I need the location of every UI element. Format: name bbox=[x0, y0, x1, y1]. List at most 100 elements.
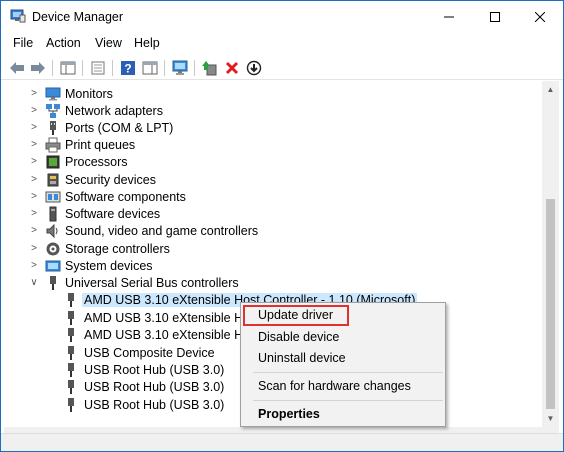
tree-item-sound-video-game[interactable]: > Sound, video and game controllers bbox=[4, 222, 541, 239]
properties-menu-item[interactable]: Properties bbox=[258, 407, 320, 421]
properties-button[interactable] bbox=[88, 58, 108, 78]
security-device-icon bbox=[47, 173, 59, 186]
speaker-icon bbox=[46, 223, 58, 238]
title-bar[interactable]: Device Manager bbox=[1, 1, 563, 32]
toolbar-separator bbox=[194, 60, 195, 76]
tree-item-label: USB Composite Device bbox=[84, 345, 215, 360]
toolbar-separator bbox=[82, 60, 83, 76]
monitor-icon bbox=[172, 60, 188, 75]
chevron-right-icon[interactable]: > bbox=[29, 188, 39, 205]
chevron-right-icon[interactable]: > bbox=[29, 119, 39, 136]
tree-item-system-devices[interactable]: > System devices bbox=[4, 257, 541, 274]
usb-plug-icon bbox=[68, 292, 74, 307]
close-button[interactable] bbox=[517, 1, 563, 32]
scroll-down-icon[interactable]: ▼ bbox=[542, 410, 559, 427]
software-device-icon bbox=[49, 206, 57, 221]
tree-item-software-devices[interactable]: > Software devices bbox=[4, 205, 541, 222]
tree-item-monitors[interactable]: > Monitors bbox=[4, 85, 541, 102]
usb-plug-icon bbox=[68, 379, 74, 394]
menu-action[interactable]: Action bbox=[46, 36, 81, 50]
processor-icon bbox=[46, 155, 60, 168]
tree-item-label: Processors bbox=[65, 154, 128, 169]
forward-button[interactable] bbox=[28, 58, 48, 78]
maximize-button[interactable] bbox=[472, 1, 518, 32]
tree-item-print-queues[interactable]: > Print queues bbox=[4, 136, 541, 153]
tree-item-label: Network adapters bbox=[65, 103, 163, 118]
enable-device-button[interactable] bbox=[244, 58, 264, 78]
back-icon bbox=[10, 62, 24, 74]
tree-item-software-components[interactable]: > Software components bbox=[4, 188, 541, 205]
usb-plug-icon bbox=[68, 345, 74, 360]
port-icon bbox=[50, 120, 56, 135]
printer-icon bbox=[45, 137, 61, 152]
usb-plug-icon bbox=[68, 397, 74, 412]
chevron-right-icon[interactable]: > bbox=[29, 153, 39, 170]
tree-item-ports[interactable]: > Ports (COM & LPT) bbox=[4, 119, 541, 136]
update-driver-icon bbox=[202, 61, 217, 76]
forward-icon bbox=[31, 62, 45, 74]
tree-item-usb-controllers[interactable]: ∨ Universal Serial Bus controllers bbox=[4, 274, 541, 291]
chevron-right-icon[interactable]: > bbox=[29, 205, 39, 222]
usb-plug-icon bbox=[68, 362, 74, 377]
chevron-right-icon[interactable]: > bbox=[29, 85, 39, 102]
tree-item-processors[interactable]: > Processors bbox=[4, 153, 541, 170]
chevron-right-icon[interactable]: > bbox=[29, 136, 39, 153]
chevron-right-icon[interactable]: > bbox=[29, 102, 39, 119]
toolbar: ? bbox=[1, 56, 563, 80]
chevron-down-icon[interactable]: ∨ bbox=[29, 274, 39, 291]
svg-text:?: ? bbox=[124, 62, 131, 76]
uninstall-button[interactable] bbox=[222, 58, 242, 78]
monitor-icon bbox=[45, 87, 61, 100]
system-device-icon bbox=[45, 260, 61, 271]
help-button[interactable]: ? bbox=[118, 58, 138, 78]
action-pane-icon bbox=[142, 61, 158, 75]
vertical-scrollbar[interactable]: ▲ ▼ bbox=[542, 81, 559, 427]
tree-item-label: USB Root Hub (USB 3.0) bbox=[84, 397, 225, 412]
menu-help[interactable]: Help bbox=[134, 36, 160, 50]
uninstall-device-menu-item[interactable]: Uninstall device bbox=[258, 351, 346, 365]
menu-file[interactable]: File bbox=[13, 36, 33, 50]
tree-item-label: Ports (COM & LPT) bbox=[65, 120, 174, 135]
tree-item-storage-controllers[interactable]: > Storage controllers bbox=[4, 240, 541, 257]
scan-hardware-menu-item[interactable]: Scan for hardware changes bbox=[258, 379, 411, 393]
toolbar-separator bbox=[164, 60, 165, 76]
context-menu: Update driver Disable device Uninstall d… bbox=[240, 302, 446, 427]
update-driver-button[interactable] bbox=[200, 58, 220, 78]
maximize-icon bbox=[490, 11, 500, 22]
tree-item-label: Security devices bbox=[65, 172, 157, 187]
usb-plug-icon bbox=[68, 327, 74, 342]
minimize-button[interactable] bbox=[426, 1, 472, 32]
minimize-icon bbox=[444, 16, 454, 17]
disable-device-menu-item[interactable]: Disable device bbox=[258, 330, 339, 344]
back-button[interactable] bbox=[7, 58, 27, 78]
tree-item-label: System devices bbox=[65, 258, 153, 273]
chevron-right-icon[interactable]: > bbox=[29, 240, 39, 257]
help-icon: ? bbox=[121, 61, 135, 76]
tree-item-label: Print queues bbox=[65, 137, 136, 152]
menu-view[interactable]: View bbox=[95, 36, 122, 50]
menu-separator bbox=[253, 400, 443, 401]
usb-icon bbox=[50, 275, 56, 290]
chevron-right-icon[interactable]: > bbox=[29, 257, 39, 274]
update-driver-menu-item[interactable]: Update driver bbox=[258, 308, 333, 322]
scroll-up-icon[interactable]: ▲ bbox=[542, 81, 559, 98]
console-tree-icon bbox=[60, 61, 76, 75]
tree-item-label: Storage controllers bbox=[65, 241, 170, 256]
chevron-right-icon[interactable]: > bbox=[29, 171, 39, 188]
uninstall-icon bbox=[225, 61, 239, 75]
menu-separator bbox=[253, 372, 443, 373]
tree-item-security-devices[interactable]: > Security devices bbox=[4, 171, 541, 188]
tree-item-label: Software components bbox=[65, 189, 186, 204]
tree-item-label: AMD USB 3.10 eXtensible Ho bbox=[84, 310, 251, 325]
storage-controller-icon bbox=[46, 242, 60, 255]
scan-hardware-button[interactable] bbox=[170, 58, 190, 78]
scroll-thumb[interactable] bbox=[546, 199, 555, 409]
chevron-right-icon[interactable]: > bbox=[29, 222, 39, 239]
tree-item-label: Software devices bbox=[65, 206, 161, 221]
tree-item-network-adapters[interactable]: > Network adapters bbox=[4, 102, 541, 119]
tree-item-label: USB Root Hub (USB 3.0) bbox=[84, 379, 225, 394]
action-pane-button[interactable] bbox=[140, 58, 160, 78]
tree-item-label: Universal Serial Bus controllers bbox=[65, 275, 239, 290]
show-hide-tree-button[interactable] bbox=[58, 58, 78, 78]
software-component-icon bbox=[45, 191, 61, 202]
